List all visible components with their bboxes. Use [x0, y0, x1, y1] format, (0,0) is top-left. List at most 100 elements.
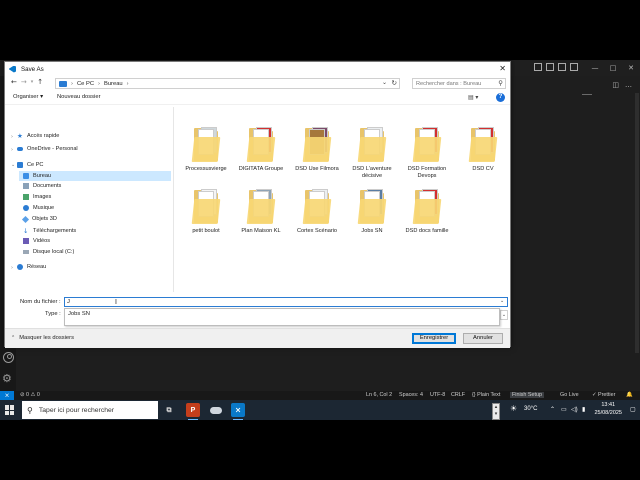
folder-item[interactable]: DSD Formation Devops — [400, 127, 454, 180]
filename-input[interactable]: J — [64, 297, 508, 307]
problems-indicator[interactable]: ⊘ 0 ⚠ 0 — [20, 392, 40, 398]
breadcrumb-bureau[interactable]: Bureau — [104, 81, 123, 87]
sidebar-item-objets-3d[interactable]: Objets 3D — [21, 215, 57, 223]
autocomplete-option[interactable]: Jobs SN — [68, 311, 90, 317]
indentation[interactable]: Spaces: 4 — [399, 392, 423, 398]
folder-name: petit boulot — [192, 228, 220, 234]
sidebar-item-ce-pc[interactable]: Ce PC — [17, 162, 43, 168]
taskbar-search[interactable]: ⚲ Taper ici pour rechercher — [22, 401, 158, 419]
help-icon[interactable]: ? — [496, 93, 505, 102]
drive-app-icon[interactable] — [209, 403, 223, 417]
chevron-right-icon[interactable]: › — [11, 134, 13, 140]
layout-controls[interactable] — [534, 63, 578, 71]
sidebar-item-bureau[interactable]: Bureau — [19, 171, 171, 181]
close-window-icon[interactable]: ✕ — [622, 60, 640, 76]
organize-button[interactable]: Organiser ▾ — [13, 94, 43, 100]
volume-icon[interactable]: ◁) — [571, 406, 578, 413]
sidebar-item-label: Vidéos — [33, 238, 51, 244]
accounts-icon[interactable] — [3, 352, 14, 363]
folder-item[interactable]: petit boulot — [179, 189, 233, 235]
taskbar-search-placeholder: Taper ici pour rechercher — [38, 406, 115, 414]
breadcrumb-ce-pc[interactable]: Ce PC — [77, 81, 94, 87]
folder-item[interactable]: Jobs SN — [345, 189, 399, 235]
encoding[interactable]: UTF-8 — [430, 392, 445, 398]
toggle-panel-icon[interactable] — [546, 63, 554, 71]
weather-temp[interactable]: 30°C — [524, 406, 537, 412]
sidebar-item-images[interactable]: Images — [23, 194, 51, 200]
maximize-icon[interactable]: □ — [604, 60, 622, 76]
notification-center-icon[interactable]: ▢ — [630, 406, 636, 413]
up-arrow-icon[interactable]: ↑ — [37, 78, 43, 86]
sidebar-item-disque-local[interactable]: Disque local (C:) — [23, 249, 74, 255]
forward-arrow-icon[interactable]: → — [21, 78, 27, 86]
remote-icon[interactable]: ⨯ — [0, 391, 14, 400]
cancel-button[interactable]: Annuler — [463, 333, 503, 344]
go-live[interactable]: Go Live — [560, 392, 579, 398]
task-view-icon[interactable]: ⧉ — [162, 403, 176, 417]
type-label: Type : — [45, 311, 61, 317]
save-button[interactable]: Enregistrer — [412, 333, 456, 344]
recent-dropdown-icon[interactable]: ▾ — [31, 79, 34, 86]
vscode-icon — [9, 65, 16, 73]
sidebar-item-musique[interactable]: Musique — [23, 205, 54, 211]
battery-icon[interactable]: ▮ — [582, 406, 585, 413]
chevron-down-icon[interactable]: ⌄ — [11, 162, 15, 168]
split-editor-icon[interactable]: ◫ — [612, 81, 619, 89]
address-dropdown-icon[interactable]: ⌄ — [382, 79, 387, 86]
sidebar-item-label: Réseau — [27, 264, 47, 270]
start-icon[interactable] — [5, 405, 15, 415]
hide-folders-toggle[interactable]: ⌃ Masquer les dossiers — [11, 335, 74, 341]
finish-setup[interactable]: Finish Setup — [510, 392, 544, 398]
folder-name: Cortex Scénario — [296, 228, 338, 234]
gear-icon[interactable]: ⚙ — [2, 373, 12, 384]
folder-name: Jobs SN — [361, 228, 383, 234]
weather-icon[interactable]: ☀ — [510, 404, 517, 413]
notifications-icon[interactable]: 🔔 — [626, 392, 633, 398]
folder-icon — [302, 127, 332, 163]
search-input[interactable]: Rechercher dans : Bureau ⚲ — [412, 78, 506, 89]
back-arrow-icon[interactable]: ← — [11, 78, 17, 86]
more-actions-icon[interactable]: … — [625, 81, 632, 89]
address-bar[interactable]: › Ce PC › Bureau › ⌄ ↻ — [55, 78, 400, 89]
chevron-up-icon: ⌃ — [11, 335, 16, 341]
sidebar-item-onedrive[interactable]: OneDrive - Personal — [17, 146, 78, 152]
chevron-right-icon[interactable]: › — [11, 265, 13, 271]
toggle-secondary-sidebar-icon[interactable] — [558, 63, 566, 71]
folder-item[interactable]: DSD CV — [456, 127, 510, 173]
vscode-taskbar-icon[interactable]: ⨯ — [231, 403, 245, 420]
prettier[interactable]: ✓ Prettier — [592, 392, 615, 398]
folder-item[interactable]: DSD docs famille — [400, 189, 454, 235]
folder-item[interactable]: Cortex Scénario — [290, 189, 344, 235]
clock[interactable]: 13:41 25/08/2025 — [594, 402, 622, 417]
new-folder-button[interactable]: Nouveau dossier — [57, 94, 101, 100]
customize-layout-icon[interactable] — [570, 63, 578, 71]
language-mode[interactable]: {} Plain Text — [472, 392, 500, 398]
folder-item[interactable]: Plan Maison KL — [234, 189, 288, 235]
filename-dropdown-icon[interactable]: ⌄ — [500, 298, 504, 304]
powerpoint-icon[interactable]: P — [186, 403, 200, 420]
refresh-icon[interactable]: ↻ — [392, 79, 397, 87]
chevron-right-icon[interactable]: › — [11, 147, 13, 153]
folder-item[interactable]: DIGITATA Groupe — [234, 127, 288, 173]
pane-divider[interactable] — [173, 107, 174, 292]
sidebar-item-telechargements[interactable]: ↓ Téléchargements — [23, 227, 76, 235]
close-icon[interactable]: ✕ — [499, 64, 506, 73]
taskbar-scroll-control[interactable]: ▴ ▾ — [492, 403, 500, 420]
editor-scrollbar[interactable] — [635, 93, 639, 353]
type-dropdown-icon[interactable]: ⌄ — [500, 310, 508, 320]
folder-item[interactable]: Processusvierge — [179, 127, 233, 173]
sidebar-item-videos[interactable]: Vidéos — [23, 238, 50, 244]
screen: — □ ✕ ◫ … ⚙ ⨯ ⊘ 0 ⚠ 0 Ln 6, Col 2 Spaces… — [0, 60, 640, 420]
network-tray-icon[interactable]: ▭ — [561, 406, 567, 413]
sidebar-item-documents[interactable]: Documents — [23, 183, 61, 189]
cursor-position[interactable]: Ln 6, Col 2 — [366, 392, 392, 398]
sidebar-item-quick-access[interactable]: ★ Accès rapide — [17, 132, 59, 140]
line-endings[interactable]: CRLF — [451, 392, 465, 398]
toggle-sidebar-icon[interactable] — [534, 63, 542, 71]
folder-item[interactable]: DSD Use Filmora — [290, 127, 344, 173]
sidebar-item-reseau[interactable]: Réseau — [17, 264, 46, 270]
folder-item[interactable]: DSD L'aventure décisive — [345, 127, 399, 180]
view-options-icon[interactable]: ▤ ▾ — [468, 94, 478, 101]
minimize-icon[interactable]: — — [586, 60, 604, 76]
tray-chevron-icon[interactable]: ⌃ — [550, 406, 555, 413]
